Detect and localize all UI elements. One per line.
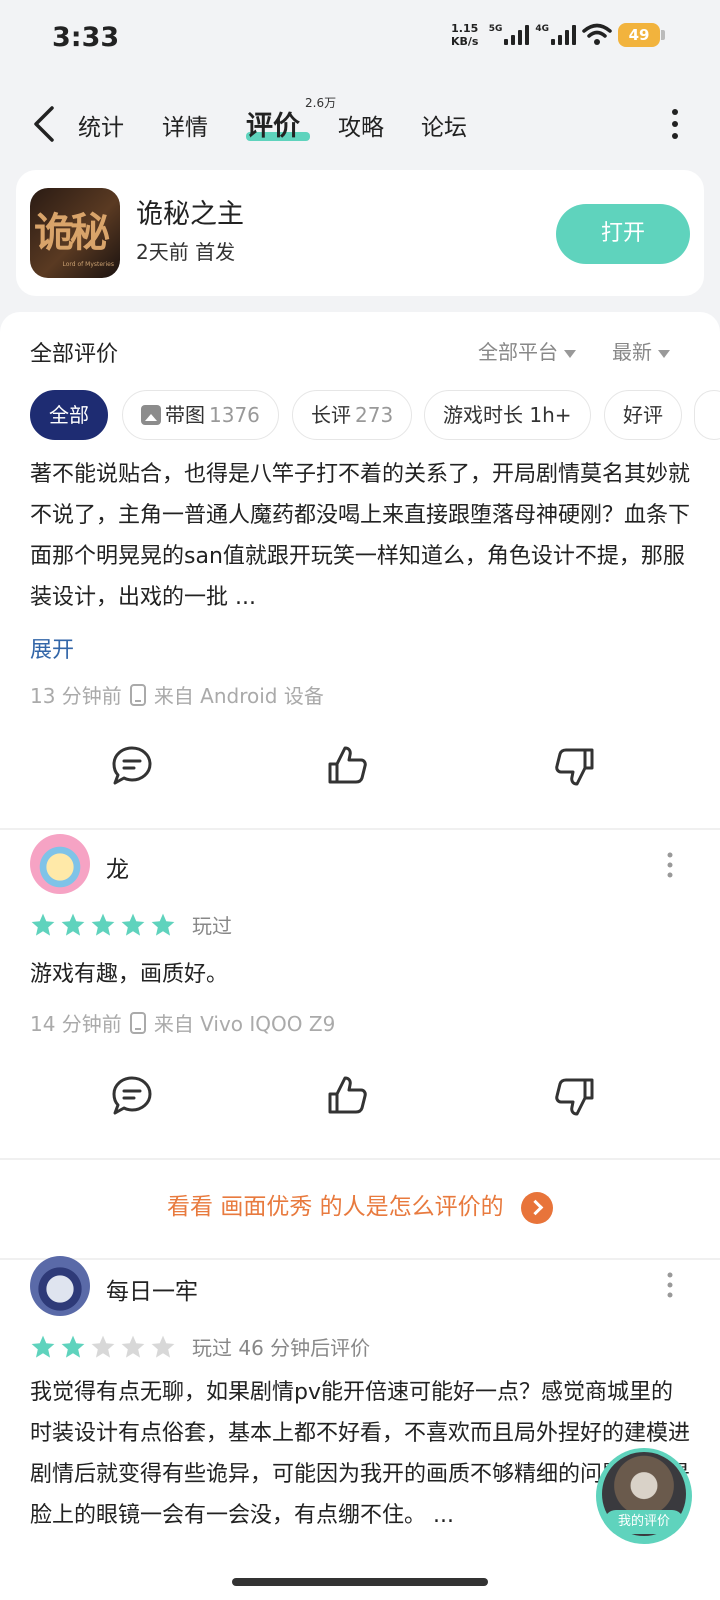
review-text: 我觉得有点无聊，如果剧情pv能开倍速可能好一点？感觉商城里的时装设计有点俗套，基… — [30, 1380, 691, 1528]
tab-reviews-count: 2.6万 — [305, 96, 337, 110]
comment-icon[interactable] — [110, 744, 154, 788]
tab-forum[interactable]: 论坛 — [421, 108, 467, 142]
filter-chips: 全部 带图 1376 长评 273 游戏时长 1h+ 好评 — [30, 390, 720, 440]
review-meta: 14 分钟前 来自 Vivo IQOO Z9 — [30, 1011, 336, 1036]
tab-guides[interactable]: 攻略 — [338, 108, 384, 142]
star-icon — [61, 913, 85, 936]
avatar[interactable] — [30, 834, 90, 894]
star-icon — [31, 1335, 55, 1358]
comment-icon[interactable] — [110, 1074, 154, 1118]
chip-with-images[interactable]: 带图 1376 — [122, 390, 279, 440]
open-button[interactable]: 打开 — [556, 204, 690, 264]
top-nav: 统计 详情 评价 2.6万 攻略 论坛 — [0, 90, 720, 160]
phone-icon — [129, 1011, 146, 1034]
status-bar: 3:33 1.15 KB/s 5G 4G 49 — [0, 0, 720, 80]
expand-link[interactable]: 展开 — [30, 632, 74, 664]
rating-stars: 玩过 46 分钟后评价 — [30, 1332, 370, 1361]
thumbs-up-icon[interactable] — [326, 1074, 370, 1118]
divider — [0, 1158, 720, 1160]
caret-down-icon — [658, 349, 670, 358]
chip-playtime[interactable]: 游戏时长 1h+ — [424, 390, 591, 440]
tab-reviews[interactable]: 评价 — [246, 104, 300, 143]
thumbs-down-icon[interactable] — [552, 1074, 596, 1118]
sort-filter[interactable]: 最新 — [612, 336, 670, 365]
app-logo-icon: 诡秘 Lord of Mysteries — [30, 188, 120, 278]
review-text: 游戏有趣，画质好。 — [30, 962, 229, 987]
review-meta: 13 分钟前 来自 Android 设备 — [30, 683, 324, 708]
review-actions — [0, 1074, 720, 1124]
user-name[interactable]: 每日一牢 — [106, 1272, 198, 1306]
battery-icon: 49 — [618, 23, 665, 47]
tab-stats[interactable]: 统计 — [78, 108, 124, 142]
played-label: 玩过 46 分钟后评价 — [192, 1336, 371, 1360]
see-more-prompt[interactable]: 看看 画面优秀 的人是怎么评价的 — [0, 1162, 720, 1252]
network-label-4g: 4G — [535, 24, 549, 34]
chevron-right-icon — [520, 1191, 553, 1224]
app-name: 诡秘之主 — [136, 199, 244, 230]
divider — [0, 1258, 720, 1260]
played-label: 玩过 — [192, 914, 232, 938]
network-speed: 1.15 KB/s — [450, 22, 479, 48]
chip-positive[interactable]: 好评 — [604, 390, 682, 440]
thumbs-up-icon[interactable] — [326, 744, 370, 788]
wifi-icon — [582, 23, 612, 45]
star-icon — [91, 1335, 115, 1358]
chip-more[interactable] — [694, 390, 720, 440]
tab-details[interactable]: 详情 — [162, 108, 208, 142]
star-icon — [61, 1335, 85, 1358]
back-arrow-icon[interactable] — [30, 104, 60, 144]
star-icon — [121, 1335, 145, 1358]
star-icon — [151, 913, 175, 936]
my-review-button[interactable]: 我的评价 — [596, 1448, 692, 1544]
star-icon — [121, 913, 145, 936]
thumbs-down-icon[interactable] — [552, 744, 596, 788]
reviews-panel: 全部评价 全部平台 最新 全部 带图 1376 长评 273 游戏时长 1h+ 好评… — [0, 312, 720, 1600]
star-icon — [151, 1335, 175, 1358]
signal-icon — [504, 25, 530, 45]
home-indicator[interactable] — [232, 1578, 488, 1586]
user-name[interactable]: 龙 — [106, 850, 129, 884]
phone-icon — [129, 683, 146, 706]
platform-filter[interactable]: 全部平台 — [478, 336, 576, 365]
star-icon — [91, 913, 115, 936]
more-vertical-icon[interactable] — [666, 852, 674, 878]
app-release-info: 2天前 首发 — [136, 240, 236, 264]
app-card[interactable]: 诡秘 Lord of Mysteries 诡秘之主 2天前 首发 打开 — [16, 170, 704, 296]
caret-down-icon — [564, 349, 576, 358]
rating-stars: 玩过 — [30, 910, 232, 939]
divider — [0, 828, 720, 830]
status-time: 3:33 — [52, 22, 120, 53]
more-vertical-icon[interactable] — [666, 1272, 674, 1298]
review-text: 著不能说贴合，也得是八竿子打不着的关系了，开局剧情莫名其妙就不说了，主角一普通人… — [30, 462, 691, 610]
status-icons: 1.15 KB/s 5G 4G 49 — [447, 22, 665, 48]
avatar[interactable] — [30, 1256, 90, 1316]
chip-long-reviews[interactable]: 长评 273 — [292, 390, 413, 440]
section-title: 全部评价 — [30, 342, 119, 367]
image-icon — [141, 405, 161, 425]
star-icon — [31, 913, 55, 936]
signal-icon-2 — [551, 25, 576, 45]
more-vertical-icon[interactable] — [670, 108, 680, 140]
chip-all[interactable]: 全部 — [30, 390, 108, 440]
network-label-5g: 5G — [488, 24, 503, 34]
review-actions — [0, 744, 720, 794]
